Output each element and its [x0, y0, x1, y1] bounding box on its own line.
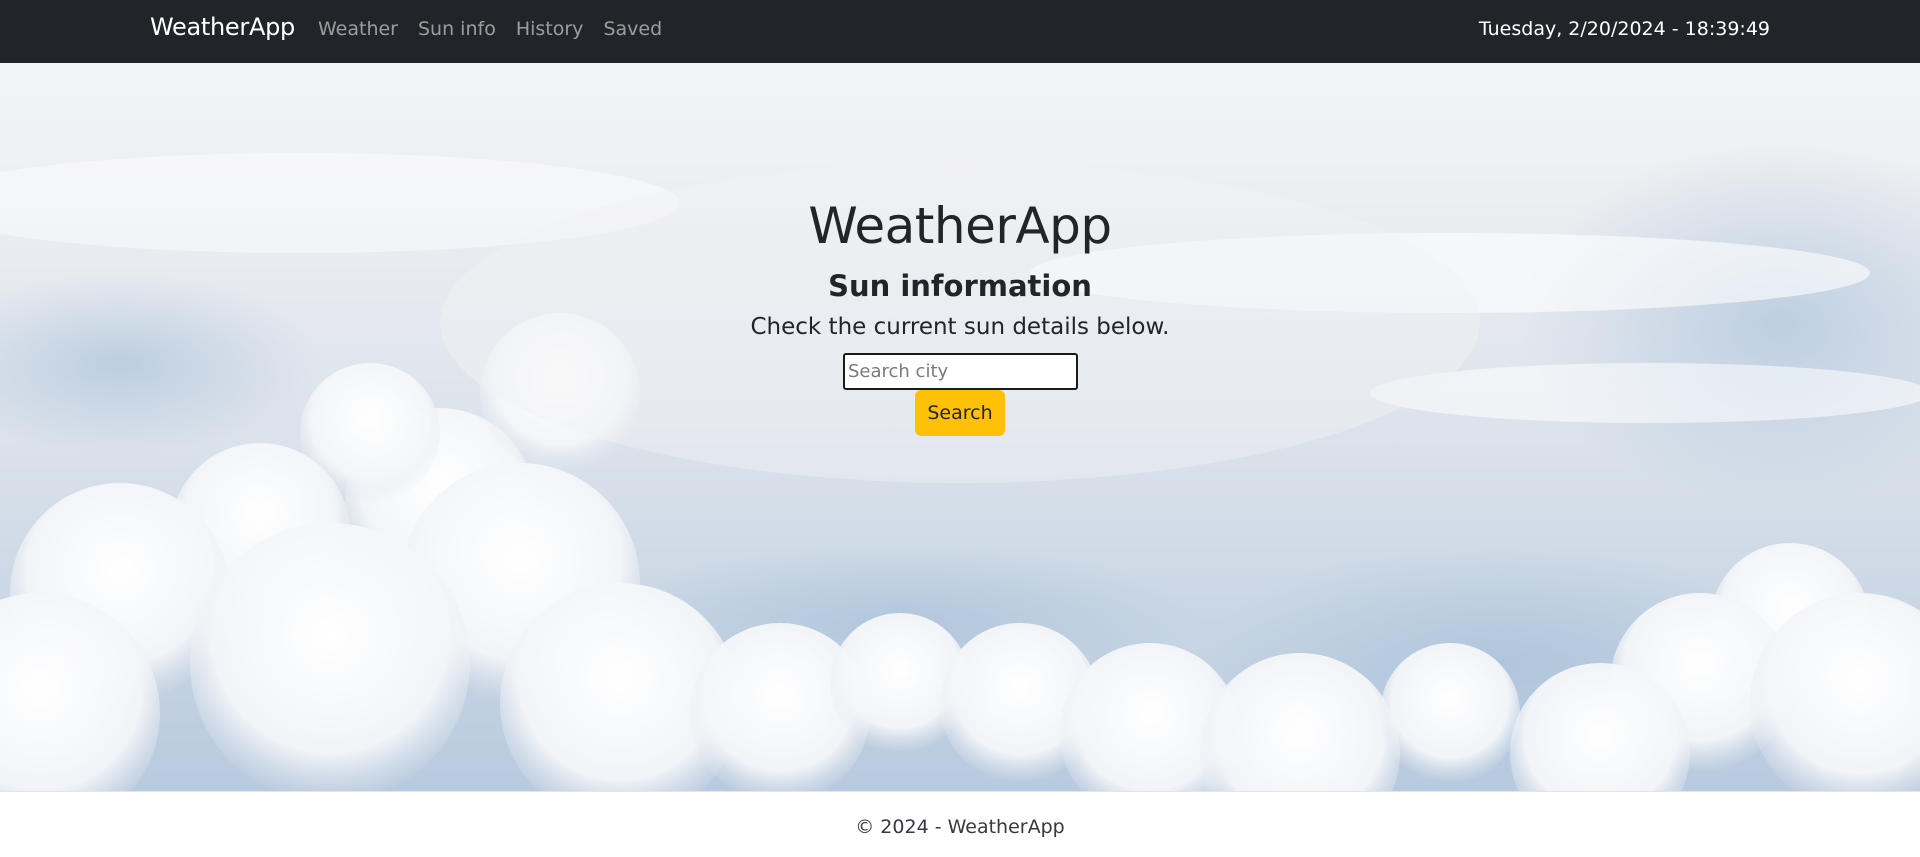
page-footer: © 2024 - WeatherApp: [0, 791, 1920, 857]
nav-link-weather[interactable]: Weather: [318, 18, 408, 40]
footer-copyright: © 2024 - WeatherApp: [855, 816, 1065, 838]
nav-link-history[interactable]: History: [506, 18, 594, 40]
city-search-input[interactable]: [843, 353, 1078, 390]
date-time-clock: Tuesday, 2/20/2024 - 18:39:49: [1478, 18, 1770, 40]
brand-link[interactable]: WeatherApp: [150, 13, 295, 41]
search-button[interactable]: Search: [915, 390, 1005, 436]
page-title: WeatherApp: [808, 197, 1112, 255]
nav-links: Weather Sun info History Saved: [318, 18, 672, 40]
page-subtitle: Sun information: [828, 269, 1092, 303]
top-navbar: WeatherApp Weather Sun info History Save…: [0, 0, 1920, 63]
hero-section: WeatherApp Sun information Check the cur…: [0, 63, 1920, 791]
nav-link-saved[interactable]: Saved: [593, 18, 672, 40]
nav-link-sun-info[interactable]: Sun info: [408, 18, 506, 40]
page-description: Check the current sun details below.: [750, 314, 1170, 340]
